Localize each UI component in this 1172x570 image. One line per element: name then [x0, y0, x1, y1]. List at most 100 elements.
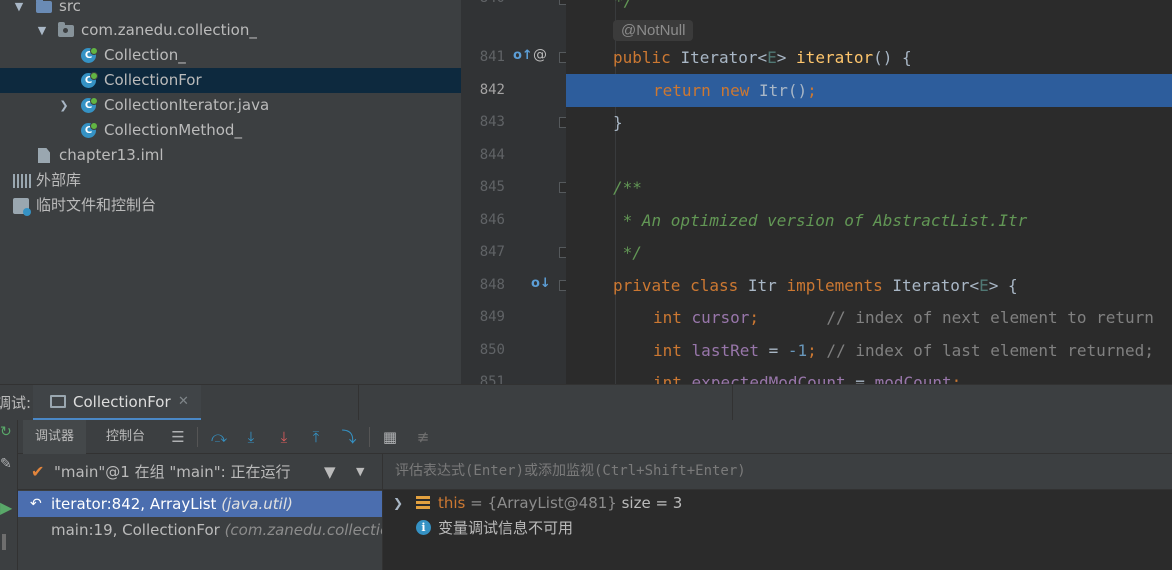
tab-console[interactable]: 控制台 [94, 420, 157, 454]
code-token: implements [786, 276, 883, 295]
console-tab-icon [50, 395, 66, 408]
run-to-cursor-icon[interactable]: ⤵ [339, 427, 359, 447]
divider [732, 385, 733, 421]
tree-item-label: 外部库 [36, 171, 82, 189]
tree-item-label: CollectionFor [104, 71, 202, 89]
tab-collectionfor[interactable]: CollectionFor ✕ [33, 385, 201, 421]
pause-icon[interactable] [2, 534, 6, 550]
step-into-icon[interactable]: ⤓ [241, 427, 261, 447]
code-token: class [690, 276, 739, 295]
frames-panel: ✔ "main"@1 在组 "main": 正在运行 ▼ ▼ ↶ iterato… [18, 454, 383, 570]
frame-label: iterator:842, ArrayList (java.util) [51, 491, 293, 517]
filter-icon[interactable]: ▼ [324, 454, 336, 490]
tree-item-collection[interactable]: C Collection_ [0, 43, 461, 68]
code-token: -1 [787, 341, 808, 360]
evaluate-expression-input[interactable] [393, 462, 1157, 480]
module-file-icon [38, 148, 54, 164]
chevron-down-icon[interactable]: ▼ [13, 0, 25, 19]
variables-panel: ❯ this = {ArrayList@481} size = 3 i 变量调试… [383, 454, 1172, 570]
resume-icon[interactable]: ▶ [0, 498, 12, 517]
frame-method: main:19, CollectionFor [51, 521, 225, 539]
toolbar-separator [369, 427, 370, 447]
variable-size: size = 3 [621, 494, 683, 512]
code-token: // index of next element to return [826, 308, 1154, 327]
close-icon[interactable]: ✕ [178, 385, 189, 419]
line-number: 845 [479, 179, 505, 195]
code-token: cursor [691, 308, 750, 327]
line-number: 842 [479, 82, 505, 98]
annotation-gutter-icon[interactable]: @ [533, 47, 547, 63]
code-token: private [613, 276, 681, 295]
tab-debugger[interactable]: 调试器 [23, 420, 87, 454]
trace-current-stream-icon[interactable]: ≢ [413, 427, 433, 447]
variable-row-this[interactable]: ❯ this = {ArrayList@481} size = 3 [383, 490, 1172, 516]
overrides-method-icon[interactable]: o↑ [513, 48, 533, 63]
return-arrow-icon: ↶ [30, 496, 42, 512]
chevron-right-icon[interactable]: ❯ [58, 93, 70, 118]
watch-expression-field[interactable] [383, 454, 1172, 490]
code-token: int [653, 373, 682, 384]
settings-icon[interactable]: ✎ [0, 456, 12, 472]
tree-item-label: 临时文件和控制台 [36, 196, 157, 214]
step-out-icon[interactable]: ⤒ [306, 427, 326, 447]
code-token: Itr [747, 276, 777, 295]
debug-toolbar: 调试器 控制台 ☰ ⤼ ⤓ ⤓ ⤒ ⤵ ▦ ≢ [18, 420, 1172, 454]
library-icon [13, 173, 31, 189]
tree-item-package[interactable]: ▼ com.zanedu.collection_ [0, 18, 461, 43]
code-token: int [653, 341, 682, 360]
chevron-right-icon[interactable]: ❯ [393, 490, 403, 516]
class-icon: C [81, 47, 98, 64]
tree-item-external-libraries[interactable]: 外部库 [0, 168, 461, 193]
debug-window-title: 调试: [0, 394, 32, 412]
stack-frame[interactable]: ↶ iterator:842, ArrayList (java.util) [18, 491, 382, 517]
code-token: modCount [874, 373, 952, 384]
line-number: 850 [479, 342, 505, 358]
line-number: 843 [479, 114, 505, 130]
code-editor[interactable]: */ @NotNull public Iterator<E> iterator(… [566, 0, 1172, 384]
tree-item-label: CollectionMethod_ [104, 121, 242, 139]
layout-menu-icon[interactable]: ☰ [168, 427, 188, 447]
tree-item-label: com.zanedu.collection_ [81, 21, 257, 39]
project-tool-window: ▼ src ▼ com.zanedu.collection_ C Collect… [0, 0, 461, 384]
code-line-841: public Iterator<E> iterator() { [566, 41, 1172, 74]
code-token: return [653, 81, 711, 100]
force-step-into-icon[interactable]: ⤓ [274, 427, 294, 447]
divider [358, 385, 359, 421]
chevron-down-icon[interactable]: ▼ [356, 454, 364, 490]
code-token: new [720, 81, 750, 100]
thread-selector[interactable]: ✔ "main"@1 在组 "main": 正在运行 ▼ ▼ [18, 454, 382, 490]
code-token: = [758, 341, 788, 360]
code-token: () { [873, 48, 912, 67]
code-token: ; [749, 308, 759, 327]
code-line-851: int expectedModCount = modCount; [566, 366, 1172, 384]
evaluate-expression-icon[interactable]: ▦ [380, 427, 400, 447]
line-number: 840 [461, 0, 505, 8]
info-icon: i [416, 520, 431, 535]
chevron-down-icon[interactable]: ▼ [36, 18, 48, 43]
tree-item-collectioniterator[interactable]: ❯ C CollectionIterator.java [0, 93, 461, 118]
tree-item-src[interactable]: ▼ src [0, 0, 461, 19]
tree-item-collectionmethod[interactable]: C CollectionMethod_ [0, 118, 461, 143]
tree-item-scratches[interactable]: 临时文件和控制台 [0, 193, 461, 218]
code-token: } [613, 113, 623, 132]
code-line-850: int lastRet = -1; // index of last eleme… [566, 334, 1172, 367]
inferred-annotation-hint: @NotNull [613, 20, 694, 41]
stack-frame[interactable]: main:19, CollectionFor (com.zanedu.colle… [18, 517, 382, 543]
code-token: ; [951, 373, 962, 384]
code-token: /** [613, 178, 642, 197]
editor-gutter[interactable]: 840 841 842 843 844 845 846 847 848 849 … [461, 0, 568, 390]
implements-interface-icon[interactable]: o↓ [531, 276, 551, 291]
tree-item-label: Collection_ [104, 46, 186, 64]
code-token: > [776, 48, 797, 67]
thread-running-icon: ✔ [31, 462, 45, 481]
tree-item-iml[interactable]: chapter13.iml [0, 143, 461, 168]
tree-item-collectionfor[interactable]: C CollectionFor [0, 68, 461, 93]
step-over-icon[interactable]: ⤼ [209, 427, 229, 447]
code-line-845: /** [566, 171, 1172, 204]
code-token: public [613, 48, 671, 67]
code-token: // index of last element returned; [816, 341, 1154, 360]
class-icon: C [81, 122, 98, 139]
code-line-846: * An optimized version of AbstractList.I… [566, 204, 1172, 237]
thread-label: "main"@1 在组 "main": 正在运行 [54, 463, 291, 481]
rerun-icon[interactable]: ↻ [0, 424, 12, 440]
